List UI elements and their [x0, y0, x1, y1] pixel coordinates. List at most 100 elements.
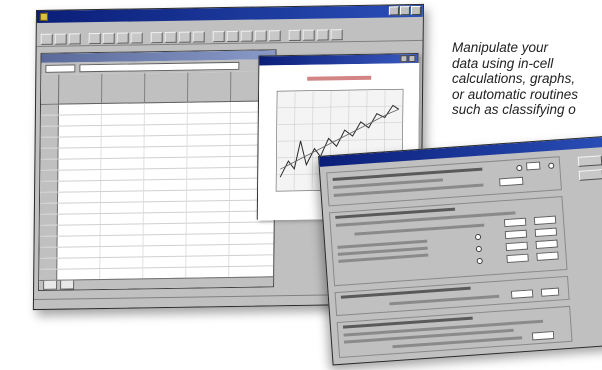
table-cell[interactable]	[57, 269, 101, 280]
table-cell[interactable]	[144, 124, 188, 136]
stats-tool-button[interactable]	[178, 31, 191, 43]
table-cell[interactable]	[58, 114, 102, 126]
row-header[interactable]	[39, 225, 58, 236]
table-cell[interactable]	[187, 123, 231, 135]
print-button[interactable]	[88, 32, 101, 45]
row-header[interactable]	[39, 214, 58, 225]
dialog-input[interactable]	[534, 227, 558, 238]
open-file-button[interactable]	[54, 33, 67, 45]
dialog-input[interactable]	[540, 287, 560, 297]
dialog-input[interactable]	[506, 253, 529, 264]
table-cell[interactable]	[57, 235, 101, 247]
table-cell[interactable]	[144, 113, 188, 125]
corner-cell[interactable]	[41, 74, 60, 104]
dialog-input[interactable]	[504, 229, 528, 240]
table-cell[interactable]	[101, 114, 145, 125]
save-button[interactable]	[68, 33, 81, 45]
table-cell[interactable]	[58, 158, 102, 170]
sheet-tab[interactable]	[43, 280, 58, 290]
dialog-input[interactable]	[503, 217, 527, 228]
row-header[interactable]	[40, 137, 59, 148]
table-cell[interactable]	[101, 169, 145, 180]
table-cell[interactable]	[144, 146, 188, 158]
row-header[interactable]	[39, 236, 58, 247]
graph-close-button[interactable]	[408, 55, 416, 63]
table-cell[interactable]	[101, 180, 145, 191]
table-cell[interactable]	[58, 147, 102, 159]
maximize-button[interactable]	[399, 6, 410, 16]
toolbar-button[interactable]	[288, 29, 301, 42]
table-cell[interactable]	[187, 178, 231, 190]
cell-reference-box[interactable]	[45, 64, 76, 73]
table-cell[interactable]	[57, 202, 101, 214]
row-header[interactable]	[39, 192, 59, 203]
table-cell[interactable]	[144, 135, 188, 147]
sheet-tab[interactable]	[60, 280, 75, 290]
table-cell[interactable]	[100, 235, 144, 246]
dialog-cancel-button[interactable]	[578, 169, 602, 181]
toolbar-button[interactable]	[268, 30, 281, 42]
table-cell[interactable]	[58, 103, 103, 115]
table-cell[interactable]	[100, 224, 144, 235]
row-header[interactable]	[40, 159, 59, 170]
table-cell[interactable]	[186, 200, 230, 212]
toolbar-button[interactable]	[302, 29, 315, 41]
table-cell[interactable]	[144, 179, 188, 191]
table-cell[interactable]	[57, 258, 101, 269]
table-cell[interactable]	[187, 145, 231, 157]
table-cell[interactable]	[58, 180, 102, 192]
table-cell[interactable]	[58, 125, 102, 137]
table-cell[interactable]	[100, 257, 144, 269]
table-cell[interactable]	[143, 234, 187, 246]
column-header[interactable]	[145, 72, 189, 103]
table-cell[interactable]	[144, 102, 188, 114]
column-header[interactable]	[59, 73, 103, 104]
row-header[interactable]	[40, 148, 59, 159]
row-header[interactable]	[40, 115, 59, 126]
table-cell[interactable]	[144, 168, 188, 180]
table-cell[interactable]	[186, 255, 230, 267]
dialog-ok-button[interactable]	[577, 155, 602, 167]
row-header[interactable]	[40, 181, 59, 192]
table-cell[interactable]	[187, 156, 231, 168]
table-cell[interactable]	[144, 157, 188, 169]
table-cell[interactable]	[100, 268, 144, 280]
table-cell[interactable]	[187, 134, 231, 146]
row-header[interactable]	[40, 170, 59, 181]
row-header[interactable]	[39, 247, 58, 258]
table-cell[interactable]	[143, 212, 187, 224]
dialog-input[interactable]	[505, 241, 529, 252]
dialog-input[interactable]	[536, 251, 559, 261]
table-cell[interactable]	[58, 169, 102, 181]
table-cell[interactable]	[186, 266, 230, 278]
formula-input[interactable]	[79, 61, 240, 73]
cut-button[interactable]	[102, 32, 115, 44]
toolbar-button[interactable]	[240, 30, 253, 42]
table-cell[interactable]	[143, 256, 187, 268]
toolbar-button[interactable]	[254, 30, 267, 42]
graph-minimize-button[interactable]	[400, 55, 408, 63]
row-header[interactable]	[40, 104, 60, 115]
table-cell[interactable]	[187, 101, 231, 113]
table-cell[interactable]	[100, 213, 144, 224]
table-cell[interactable]	[101, 158, 145, 169]
table-cell[interactable]	[186, 233, 230, 245]
table-cell[interactable]	[101, 147, 145, 158]
table-cell[interactable]	[187, 167, 231, 179]
row-header[interactable]	[39, 269, 58, 280]
table-cell[interactable]	[100, 191, 145, 202]
row-header[interactable]	[39, 203, 58, 214]
table-cell[interactable]	[58, 136, 102, 148]
column-header[interactable]	[188, 71, 232, 102]
sort-tool-button[interactable]	[192, 31, 205, 43]
table-cell[interactable]	[57, 246, 101, 258]
copy-button[interactable]	[116, 32, 129, 44]
paste-button[interactable]	[130, 32, 143, 44]
table-cell[interactable]	[143, 245, 187, 257]
table-cell[interactable]	[57, 224, 101, 236]
table-cell[interactable]	[100, 202, 144, 213]
chart-tool-button[interactable]	[164, 31, 177, 43]
dialog-input[interactable]	[525, 161, 541, 171]
minimize-button[interactable]	[388, 6, 399, 16]
table-cell[interactable]	[186, 189, 231, 201]
